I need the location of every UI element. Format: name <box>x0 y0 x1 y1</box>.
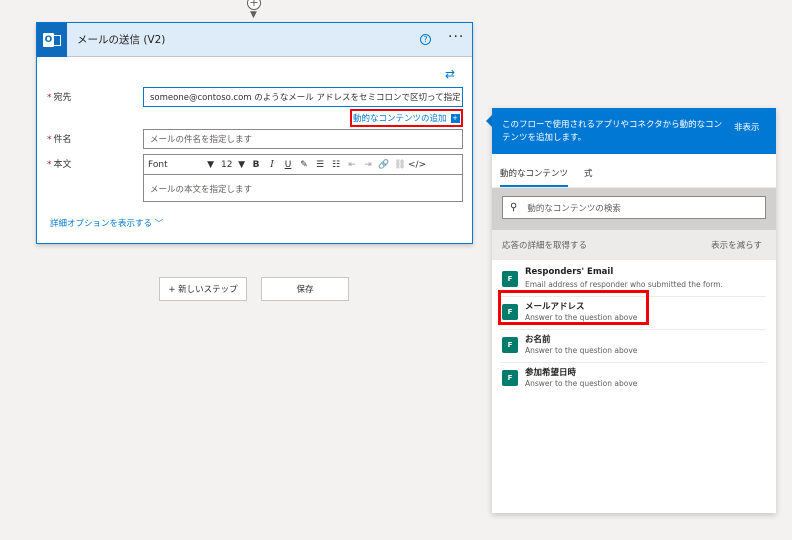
underline-button[interactable]: U <box>280 160 296 170</box>
search-icon: ⚲ <box>510 202 518 213</box>
help-icon[interactable]: ? <box>420 34 431 45</box>
chevron-down-icon: ▼ <box>238 159 245 170</box>
show-less-link[interactable]: 表示を減らす <box>711 239 762 251</box>
more-options-icon[interactable]: ··· <box>448 29 464 45</box>
arrow-down-icon: ▼ <box>250 10 257 20</box>
outdent-icon[interactable]: ⇤ <box>344 160 360 170</box>
action-title[interactable]: メールの送信 (V2) <box>77 32 165 47</box>
chevron-down-icon: ﹀ <box>154 219 164 229</box>
tab-dynamic-content[interactable]: 動的なコンテンツ <box>500 167 569 187</box>
panel-description: このフローで使用されるアプリやコネクタから動的なコンテンツを追加します。 <box>502 120 723 143</box>
add-dynamic-content-icon[interactable]: + <box>450 113 460 123</box>
italic-button[interactable]: I <box>264 160 280 170</box>
section-header: 応答の詳細を取得する 表示を減らす <box>492 230 776 260</box>
bold-button[interactable]: B <box>248 160 264 170</box>
rich-text-toolbar: Font ▼ 12 ▼ B I U ✎ ☰ ☷ ⇤ ⇥ 🔗 ⛓ </> <box>143 154 463 174</box>
chevron-down-icon: ▼ <box>207 159 214 170</box>
add-step-icon[interactable]: + <box>247 0 261 10</box>
panel-header: このフローで使用されるアプリやコネクタから動的なコンテンツを追加します。 非表示 <box>492 108 776 154</box>
panel-tabs: 動的なコンテンツ 式 <box>492 154 776 188</box>
to-label: * 宛先 <box>47 93 72 103</box>
bulleted-list-icon[interactable]: ☰ <box>312 160 328 170</box>
add-dynamic-content-link[interactable]: 動的なコンテンツの追加 + <box>350 109 463 127</box>
font-size-select[interactable]: 12 ▼ <box>218 160 248 170</box>
dynamic-content-search-input[interactable]: ⚲ 動的なコンテンツの検索 <box>502 196 766 219</box>
unlink-icon[interactable]: ⛓ <box>392 160 408 170</box>
body-editor[interactable]: メールの本文を指定します <box>143 174 463 202</box>
subject-field[interactable]: メールの件名を指定します <box>143 129 463 149</box>
action-header[interactable]: O メールの送信 (V2) <box>37 22 472 57</box>
tab-expression[interactable]: 式 <box>584 167 593 187</box>
forms-icon: F <box>502 337 518 353</box>
send-email-action-card: O メールの送信 (V2) ? ··· ⇄ * 宛先 someone@contos… <box>36 22 473 244</box>
outlook-icon: O <box>37 22 67 57</box>
body-label: * 本文 <box>47 160 72 170</box>
show-advanced-options-link[interactable]: 詳細オプションを表示する ﹀ <box>50 217 163 229</box>
save-button[interactable]: 保存 <box>261 277 349 301</box>
section-title: 応答の詳細を取得する <box>502 241 588 251</box>
font-select[interactable]: Font ▼ <box>144 160 218 170</box>
to-field[interactable]: someone@contoso.com のようなメール アドレスをセミコロンで区… <box>143 87 463 107</box>
list-item[interactable]: F 参加希望日時 Answer to the question above <box>500 363 766 396</box>
forms-icon: F <box>502 271 518 287</box>
search-area: ⚲ 動的なコンテンツの検索 <box>492 188 776 230</box>
forms-icon: F <box>502 370 518 386</box>
indent-icon[interactable]: ⇥ <box>360 160 376 170</box>
highlight-box <box>498 290 649 325</box>
code-view-icon[interactable]: </> <box>408 160 426 170</box>
list-item[interactable]: F お名前 Answer to the question above <box>500 330 766 363</box>
switch-input-mode-icon[interactable]: ⇄ <box>445 67 455 81</box>
insert-step-connector[interactable]: + ▼ <box>247 0 261 20</box>
hide-panel-button[interactable]: 非表示 <box>734 121 760 133</box>
numbered-list-icon[interactable]: ☷ <box>328 160 344 170</box>
new-step-button[interactable]: + 新しいステップ <box>159 277 247 301</box>
highlight-pen-icon[interactable]: ✎ <box>296 160 312 170</box>
insert-link-icon[interactable]: 🔗 <box>376 160 392 170</box>
subject-label: * 件名 <box>47 135 72 145</box>
